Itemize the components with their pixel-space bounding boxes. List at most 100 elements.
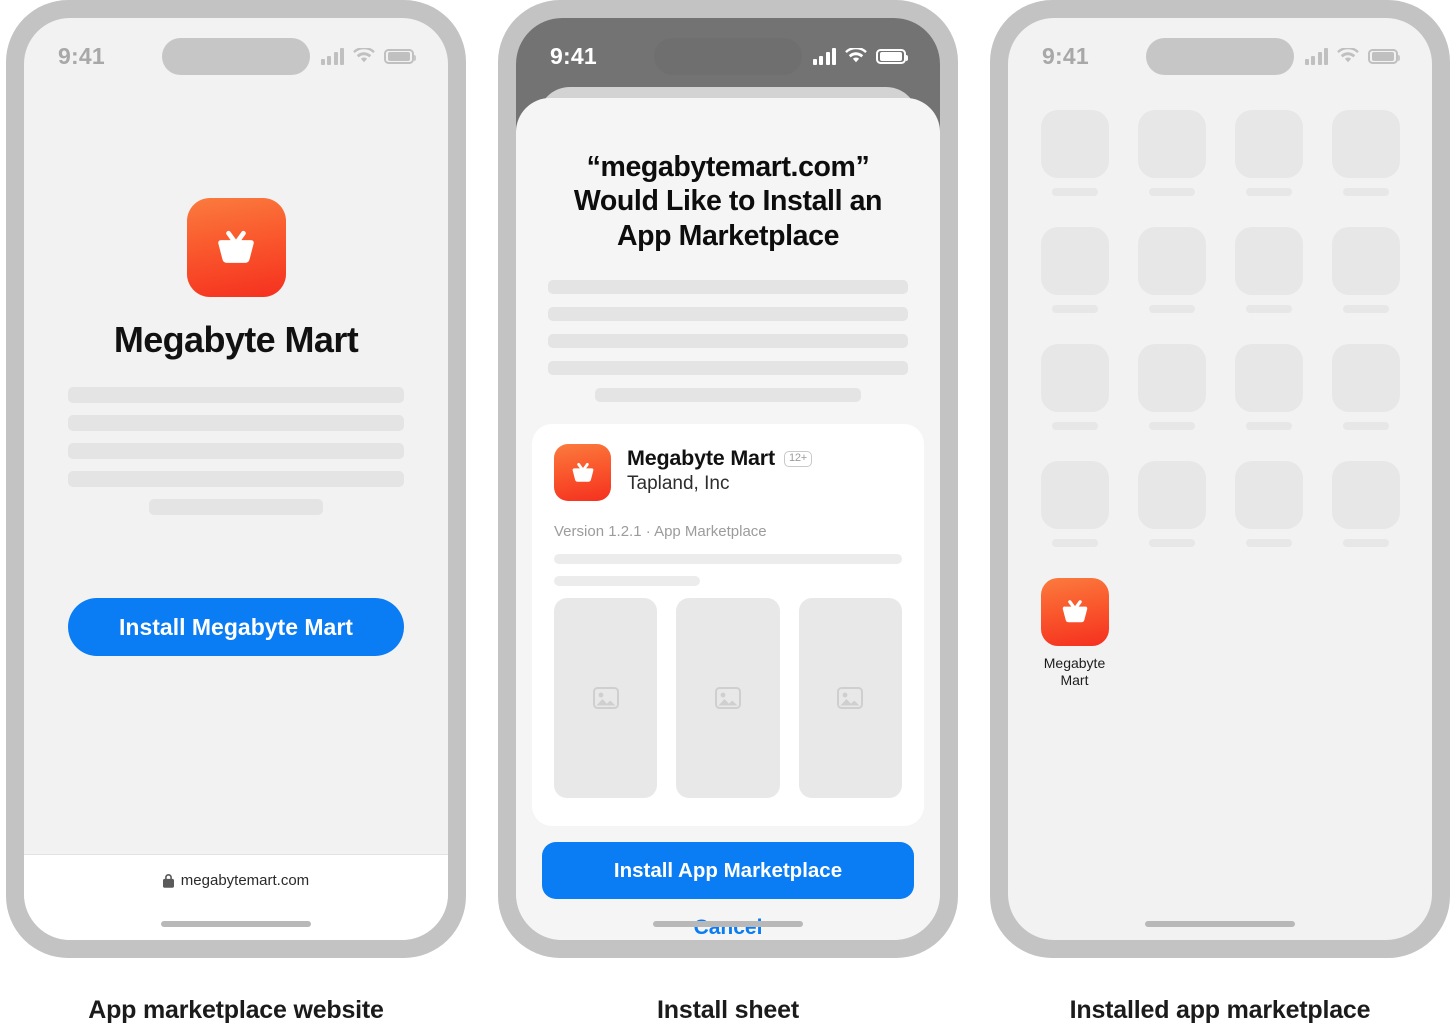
app-label-line: Mart	[1060, 671, 1089, 688]
app-info-card: Megabyte Mart 12+ Tapland, Inc Version 1…	[532, 424, 924, 826]
skeleton-line	[548, 361, 908, 376]
browser-url-bar[interactable]: megabytemart.com	[24, 854, 448, 940]
screenshot-thumbnail[interactable]	[554, 598, 658, 799]
install-sheet: “megabytemart.com” Would Like to Install…	[516, 98, 940, 940]
app-placeholder-label	[1051, 422, 1098, 430]
skeleton-line	[68, 471, 404, 487]
app-placeholder-label	[1245, 305, 1292, 313]
app-placeholder[interactable]	[1232, 461, 1305, 547]
app-placeholder-label	[1148, 539, 1195, 547]
panel-caption: Installed app marketplace	[1069, 996, 1371, 1024]
status-indicators	[1304, 47, 1400, 65]
status-bar-3: 9:41	[1008, 18, 1432, 94]
app-placeholder-label	[1342, 188, 1389, 196]
battery-icon	[1368, 48, 1400, 64]
screenshot-thumbnail[interactable]	[676, 598, 780, 799]
dynamic-island	[162, 38, 310, 75]
home-indicator	[161, 921, 311, 927]
app-placeholder[interactable]	[1038, 461, 1111, 547]
app-icon-megabyte-mart[interactable]: Megabyte Mart	[1038, 578, 1111, 688]
app-placeholder-label	[1148, 305, 1195, 313]
install-megabyte-mart-button[interactable]: Install Megabyte Mart	[68, 598, 404, 656]
status-bar-2: 9:41	[516, 18, 940, 94]
app-placeholder-icon	[1234, 110, 1303, 178]
app-placeholder[interactable]	[1232, 227, 1305, 313]
install-app-marketplace-button[interactable]: Install App Marketplace	[542, 842, 914, 899]
app-placeholder[interactable]	[1038, 110, 1111, 196]
app-placeholder[interactable]	[1329, 110, 1402, 196]
shopping-basket-icon	[554, 444, 611, 502]
app-placeholder-icon	[1234, 461, 1303, 529]
app-placeholder-icon	[1234, 227, 1303, 295]
app-placeholder[interactable]	[1135, 110, 1208, 196]
app-placeholder[interactable]	[1135, 461, 1208, 547]
panel-caption: App marketplace website	[88, 996, 384, 1024]
dynamic-island	[1146, 38, 1294, 75]
app-placeholder-icon	[1137, 461, 1206, 529]
app-placeholder-icon	[1040, 344, 1109, 412]
image-placeholder-icon	[714, 687, 741, 710]
screenshot-gallery[interactable]	[554, 598, 902, 799]
age-rating-badge: 12+	[783, 450, 812, 467]
panel-caption: Install sheet	[657, 996, 799, 1024]
app-placeholder-icon	[1040, 461, 1109, 529]
app-placeholder[interactable]	[1038, 227, 1111, 313]
app-placeholder[interactable]	[1329, 227, 1402, 313]
app-placeholder[interactable]	[1329, 344, 1402, 430]
app-placeholder[interactable]	[1232, 110, 1305, 196]
phone-frame-1: 9:41 Megabyte Mart Install Megabyte Mart…	[6, 0, 466, 958]
screenshot-thumbnail[interactable]	[798, 598, 902, 799]
sheet-text-skeleton	[548, 280, 908, 403]
three-phone-mockup-stage: 9:41 Megabyte Mart Install Megabyte Mart…	[0, 0, 1456, 1024]
skeleton-line	[594, 388, 862, 403]
app-placeholder-label	[1342, 422, 1389, 430]
app-placeholder-label	[1342, 305, 1389, 313]
skeleton-line	[554, 554, 902, 565]
url-text: megabytemart.com	[180, 872, 310, 889]
app-placeholder-icon	[1331, 344, 1400, 412]
app-placeholder[interactable]	[1232, 344, 1305, 430]
app-placeholder[interactable]	[1135, 344, 1208, 430]
phone-screen-install-sheet: 9:41 “megabytemart.com” Would Like to In…	[516, 18, 940, 940]
image-placeholder-icon	[592, 687, 619, 710]
app-placeholder-label	[1245, 539, 1292, 547]
cellular-bars-icon	[812, 47, 836, 65]
app-placeholder-label	[1051, 539, 1098, 547]
app-header: Megabyte Mart 12+ Tapland, Inc	[554, 444, 902, 502]
status-time: 9:41	[1042, 42, 1089, 69]
app-placeholder[interactable]	[1135, 227, 1208, 313]
home-indicator	[1145, 921, 1295, 927]
app-placeholder-icon	[1040, 110, 1109, 178]
status-time: 9:41	[550, 42, 597, 69]
home-indicator	[653, 921, 803, 927]
dynamic-island	[654, 38, 802, 75]
app-placeholder[interactable]	[1038, 344, 1111, 430]
app-placeholder-label	[1148, 188, 1195, 196]
status-indicators	[320, 47, 416, 65]
wifi-icon	[845, 48, 867, 64]
status-bar-1: 9:41	[24, 18, 448, 94]
panel-website: 9:41 Megabyte Mart Install Megabyte Mart…	[2, 0, 470, 1024]
page-title: Megabyte Mart	[113, 319, 359, 360]
app-placeholder-icon	[1331, 110, 1400, 178]
skeleton-line	[68, 415, 404, 431]
app-placeholder[interactable]	[1329, 461, 1402, 547]
wifi-icon	[353, 48, 375, 64]
app-placeholder-icon	[1137, 227, 1206, 295]
app-developer: Tapland, Inc	[627, 473, 730, 495]
wifi-icon	[1337, 48, 1359, 64]
app-name-row: Megabyte Mart 12+	[627, 446, 812, 471]
cancel-button[interactable]: Cancel	[542, 916, 914, 940]
sheet-title-line: “megabytemart.com”	[586, 151, 870, 183]
app-placeholder-label	[1051, 188, 1098, 196]
cellular-bars-icon	[320, 47, 344, 65]
app-placeholder-icon	[1234, 344, 1303, 412]
app-label-line: Megabyte	[1043, 655, 1106, 671]
sheet-title: “megabytemart.com” Would Like to Install…	[552, 150, 904, 253]
phone-screen-home: 9:41 Megabyte Mart	[1008, 18, 1432, 940]
app-placeholder-icon	[1331, 461, 1400, 529]
text-skeleton-block	[68, 387, 404, 515]
app-placeholder-label	[1245, 188, 1292, 196]
status-time: 9:41	[58, 42, 105, 69]
app-meta: Megabyte Mart 12+ Tapland, Inc	[627, 444, 812, 495]
